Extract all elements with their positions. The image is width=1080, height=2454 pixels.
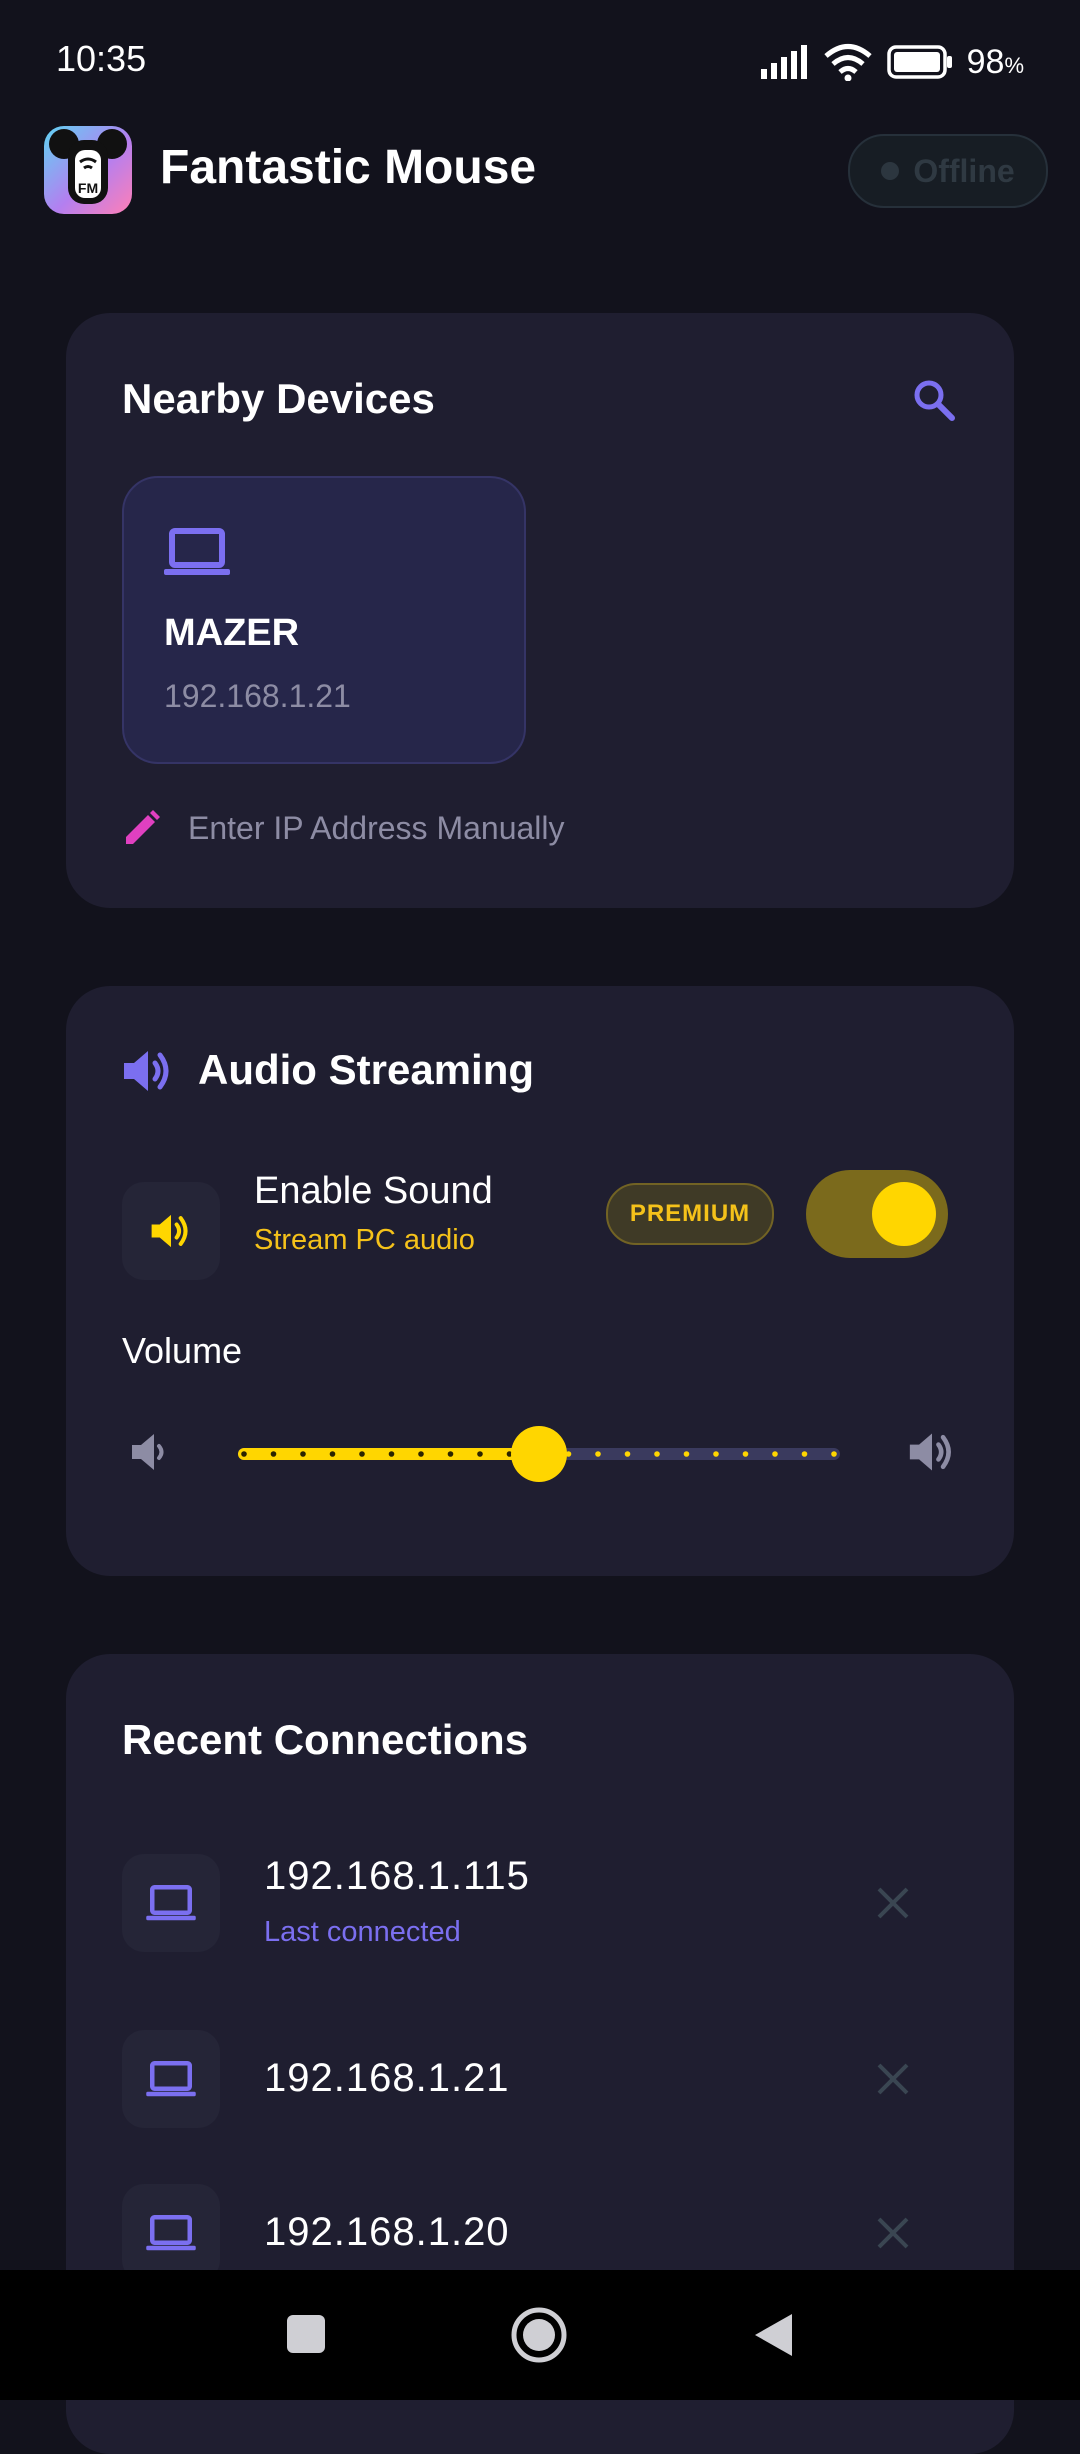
slider-tick: [241, 1451, 247, 1457]
slider-tick: [801, 1451, 808, 1457]
device-name: MAZER: [164, 612, 300, 654]
enable-sound-sublabel: Stream PC audio: [254, 1224, 475, 1256]
laptop-icon: [146, 2061, 196, 2097]
laptop-icon: [146, 1885, 196, 1921]
slider-tick: [418, 1451, 424, 1457]
recent-ip: 192.168.1.115: [264, 1854, 530, 1898]
recent-item[interactable]: 192.168.1.115 Last connected: [122, 1854, 958, 1954]
device-ip: 192.168.1.21: [164, 678, 351, 714]
manual-ip-label: Enter IP Address Manually: [188, 809, 565, 846]
premium-badge: PREMIUM: [606, 1183, 774, 1245]
speaker-icon: [124, 1051, 169, 1091]
manual-ip-link[interactable]: Enter IP Address Manually: [122, 808, 565, 848]
search-icon: [914, 380, 955, 421]
status-dot: [881, 162, 900, 180]
sound-icon-box: [122, 1182, 220, 1280]
slider-tick: [359, 1451, 365, 1457]
system-nav-bar: [0, 2270, 1080, 2400]
slider-tick: [270, 1451, 277, 1457]
slider-knob[interactable]: [511, 1426, 567, 1482]
volume-down-icon[interactable]: [130, 1432, 168, 1472]
recent-ip: 192.168.1.21: [264, 2056, 510, 2100]
device-tile-mazer[interactable]: MAZER 192.168.1.21: [122, 476, 526, 764]
slider-tick: [329, 1451, 336, 1457]
home-circle-icon[interactable]: [510, 2306, 568, 2364]
recent-item[interactable]: 192.168.1.21: [122, 2030, 958, 2130]
volume-label: Volume: [122, 1330, 243, 1371]
wifi-icon: [823, 44, 872, 81]
close-icon[interactable]: [876, 1886, 910, 1920]
slider-tick: [388, 1451, 395, 1457]
laptop-icon: [164, 528, 230, 575]
enable-sound-toggle[interactable]: [806, 1170, 948, 1258]
laptop-icon: [146, 2215, 196, 2251]
speaker-icon: [151, 1214, 188, 1248]
slider-tick: [683, 1451, 690, 1457]
battery-icon: [886, 45, 952, 79]
volume-up-icon[interactable]: [908, 1430, 956, 1474]
logo-text: FM: [78, 180, 98, 196]
audio-streaming-title: Audio Streaming: [198, 1046, 535, 1093]
connection-status-badge[interactable]: Offline: [848, 134, 1048, 208]
app-title: Fantastic Mouse: [160, 141, 537, 194]
recents-square-icon[interactable]: [286, 2314, 326, 2354]
slider-tick: [477, 1451, 483, 1457]
status-icons: 98%: [759, 38, 1024, 86]
slider-tick: [595, 1451, 601, 1457]
slider-tick: [742, 1451, 749, 1457]
slider-tick: [654, 1451, 660, 1457]
recent-sub: Last connected: [264, 1916, 461, 1948]
pencil-icon: [126, 810, 160, 844]
recent-item[interactable]: 192.168.1.20: [122, 2184, 958, 2284]
close-icon[interactable]: [876, 2062, 910, 2096]
close-icon[interactable]: [876, 2216, 910, 2250]
slider-tick: [300, 1451, 306, 1457]
recent-icon-box: [122, 1854, 220, 1952]
search-button[interactable]: [910, 376, 958, 424]
recent-icon-box: [122, 2030, 220, 2128]
slider-tick: [772, 1451, 778, 1457]
volume-slider[interactable]: [236, 1424, 846, 1484]
slider-tick: [713, 1451, 719, 1457]
nearby-devices-title: Nearby Devices: [122, 375, 435, 422]
status-label: Offline: [913, 152, 1015, 189]
status-time: 10:35: [56, 38, 147, 79]
recent-icon-box: [122, 2184, 220, 2282]
enable-sound-label: Enable Sound: [254, 1170, 493, 1212]
signal-icon: [760, 45, 807, 79]
slider-tick: [831, 1451, 837, 1457]
app-logo: FM: [44, 126, 132, 214]
slider-tick: [447, 1451, 454, 1457]
recent-ip: 192.168.1.20: [264, 2210, 510, 2254]
toggle-knob: [872, 1182, 936, 1246]
battery-percent: 98%: [966, 42, 1024, 81]
recent-connections-title: Recent Connections: [122, 1716, 529, 1763]
back-triangle-icon[interactable]: [752, 2312, 794, 2358]
slider-tick: [624, 1451, 631, 1457]
